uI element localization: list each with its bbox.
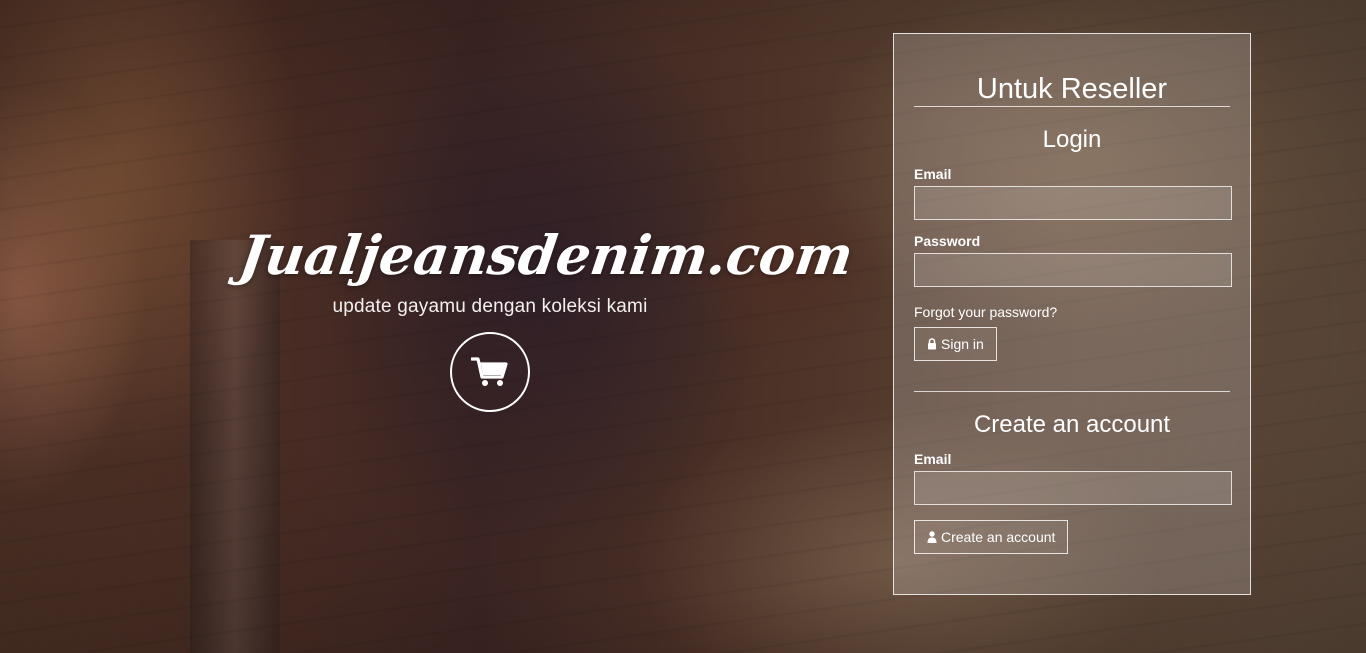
shopping-cart-icon	[471, 357, 508, 386]
create-email-label: Email	[914, 451, 952, 467]
create-account-heading: Create an account	[973, 411, 1171, 438]
create-account-label: Create an account	[941, 529, 1056, 545]
lock-icon	[928, 338, 936, 350]
reseller-panel: Untuk Reseller Login Email Password Forg…	[893, 33, 1251, 595]
user-icon	[927, 531, 937, 543]
tagline: update gayamu dengan koleksi kami	[332, 296, 648, 317]
page: Jualjeansdenim.com update gayamu dengan …	[0, 0, 1366, 653]
sign-in-label: Sign in	[941, 336, 984, 352]
cart-button[interactable]	[450, 332, 530, 412]
login-heading: Login	[1042, 126, 1102, 153]
login-email-input[interactable]	[914, 186, 1232, 220]
section-divider	[914, 391, 1230, 392]
forgot-password-link[interactable]: Forgot your password?	[914, 303, 1230, 321]
create-account-button[interactable]: Create an account	[914, 520, 1069, 554]
hero: Jualjeansdenim.com update gayamu dengan …	[236, 223, 857, 412]
title-divider	[914, 106, 1230, 107]
create-email-input[interactable]	[914, 471, 1232, 505]
sign-in-button[interactable]: Sign in	[914, 327, 997, 361]
brand-logo[interactable]: Jualjeansdenim.com	[236, 223, 858, 287]
password-label: Password	[914, 233, 981, 249]
password-input[interactable]	[914, 253, 1232, 287]
panel-title: Untuk Reseller	[976, 73, 1168, 105]
login-email-label: Email	[914, 166, 952, 182]
